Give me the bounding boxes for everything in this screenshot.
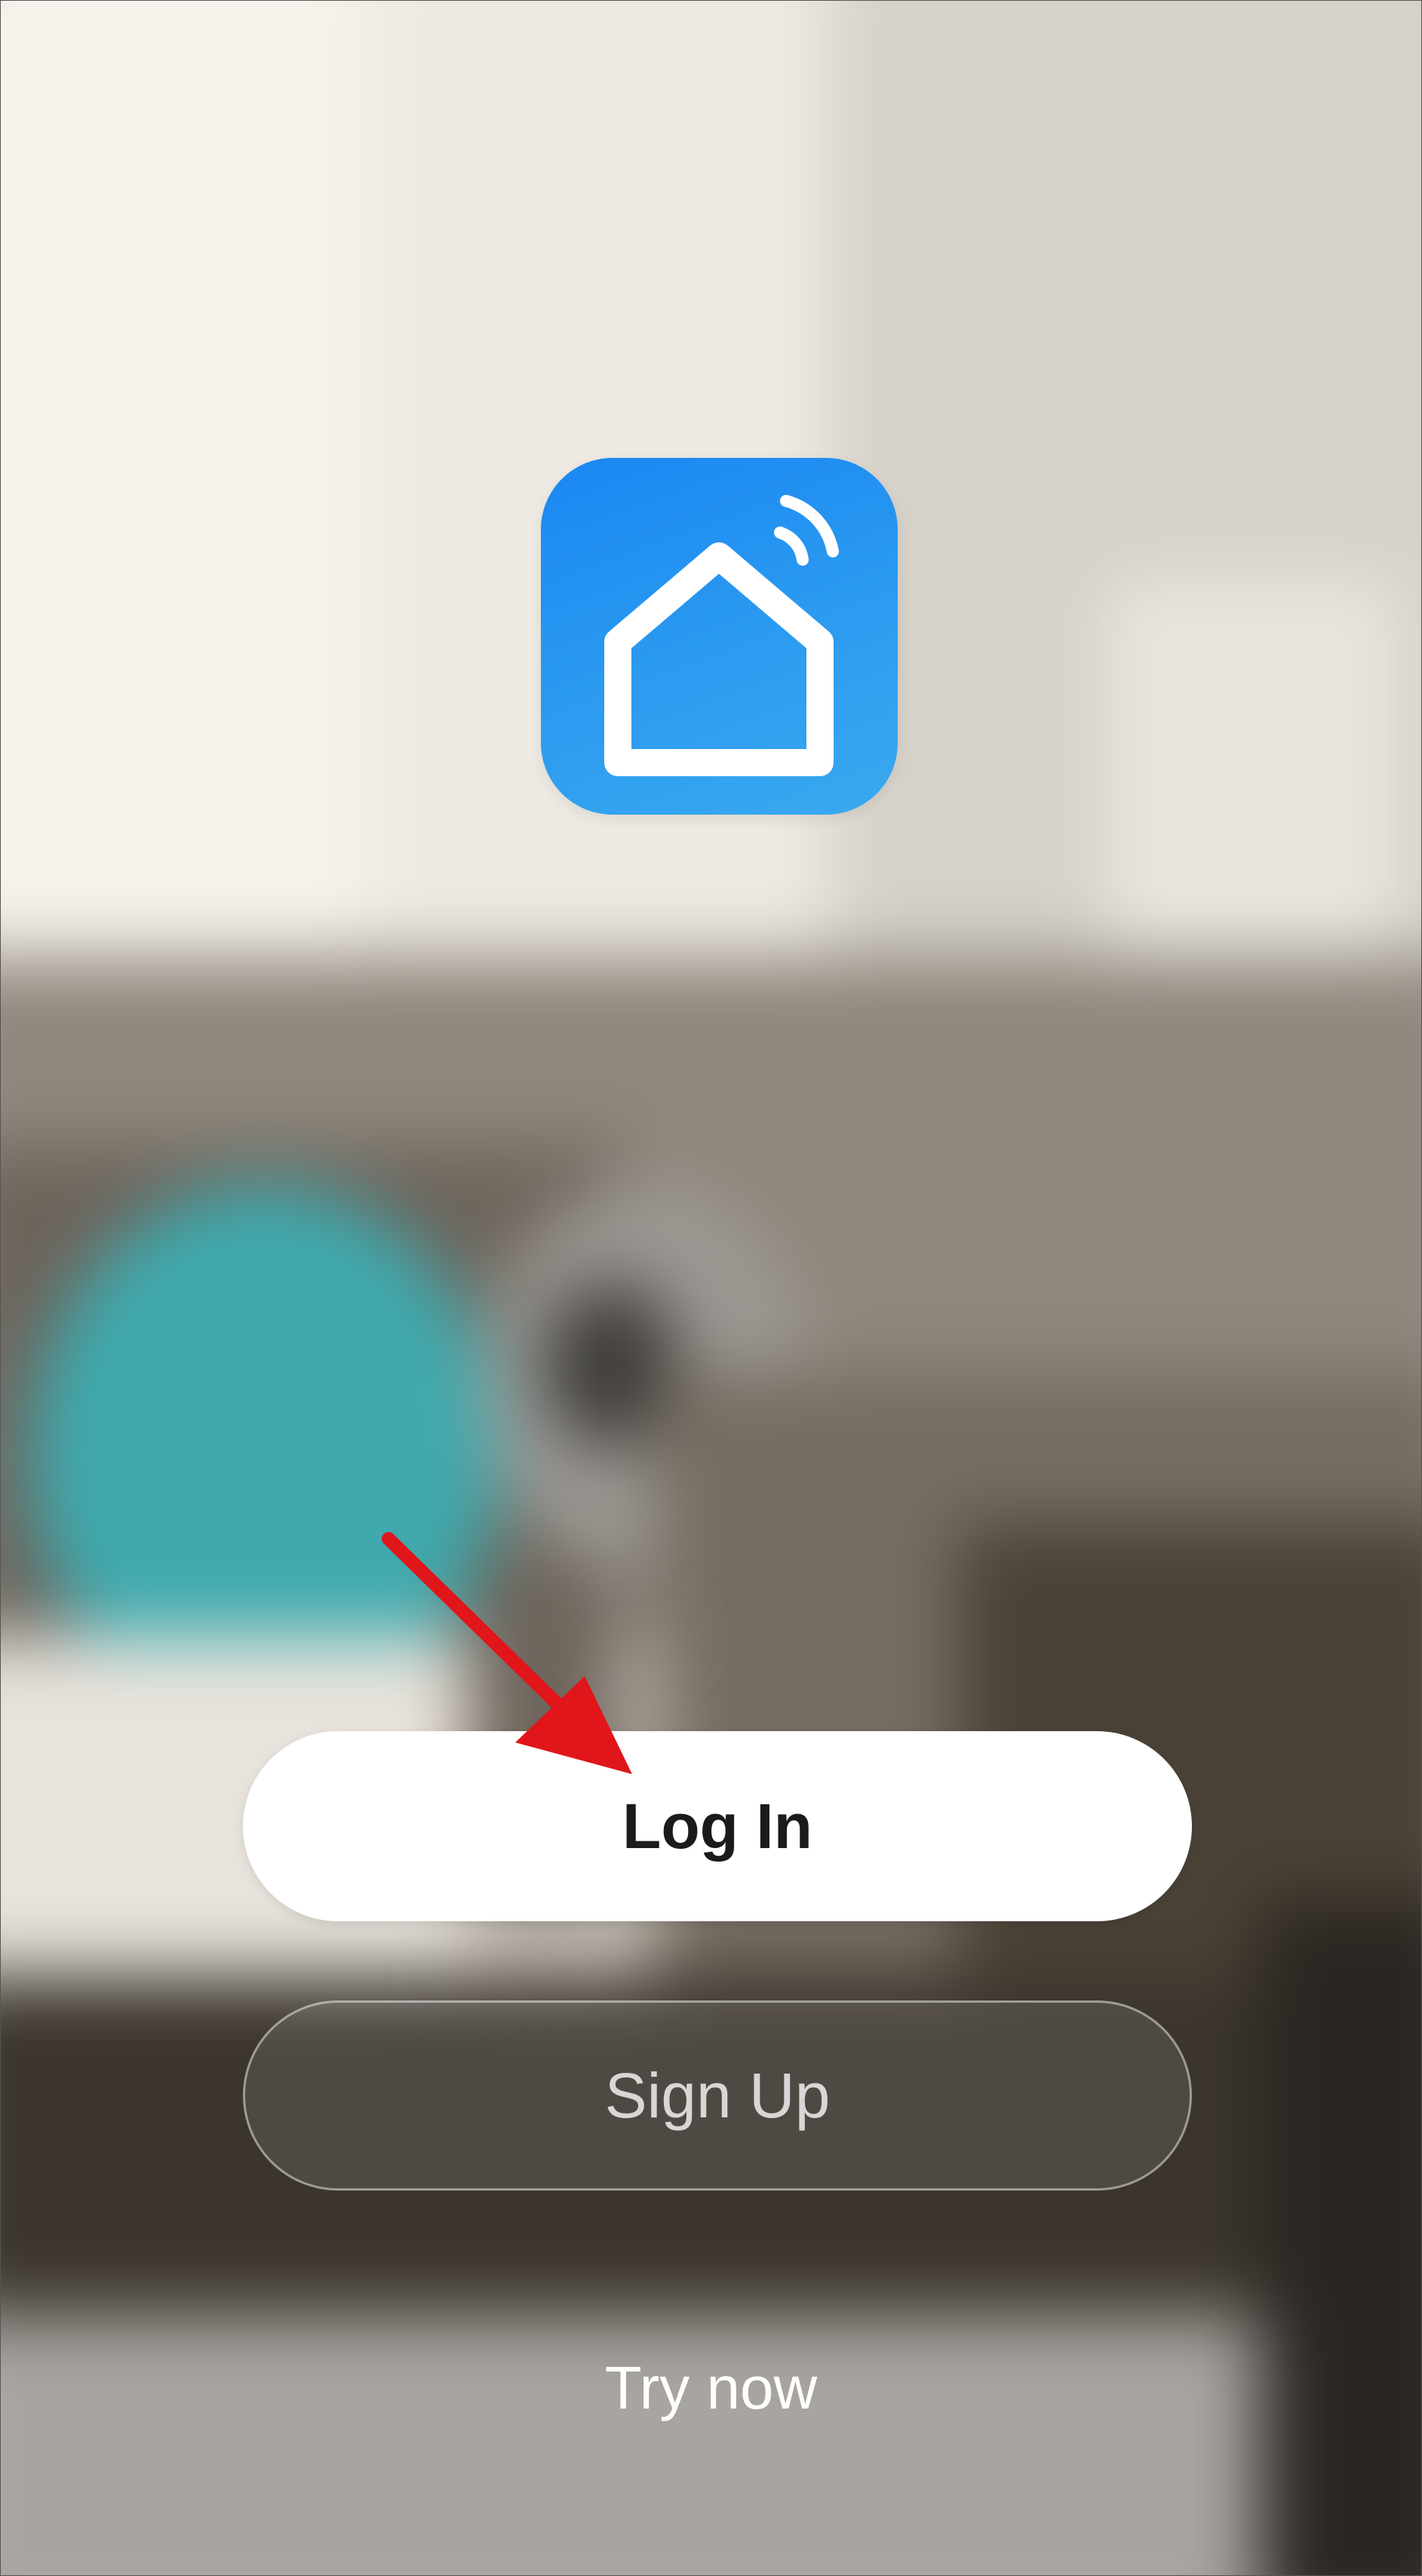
login-screen: Log In Sign Up Try now xyxy=(0,0,1422,2576)
login-button[interactable]: Log In xyxy=(243,1731,1192,1921)
smart-home-logo-icon xyxy=(541,458,898,815)
signup-button[interactable]: Sign Up xyxy=(243,2000,1192,2191)
signup-button-label: Sign Up xyxy=(604,2059,831,2131)
try-now-label: Try now xyxy=(604,2354,818,2421)
try-now-link[interactable]: Try now xyxy=(0,2353,1422,2423)
login-button-label: Log In xyxy=(622,1790,812,1862)
